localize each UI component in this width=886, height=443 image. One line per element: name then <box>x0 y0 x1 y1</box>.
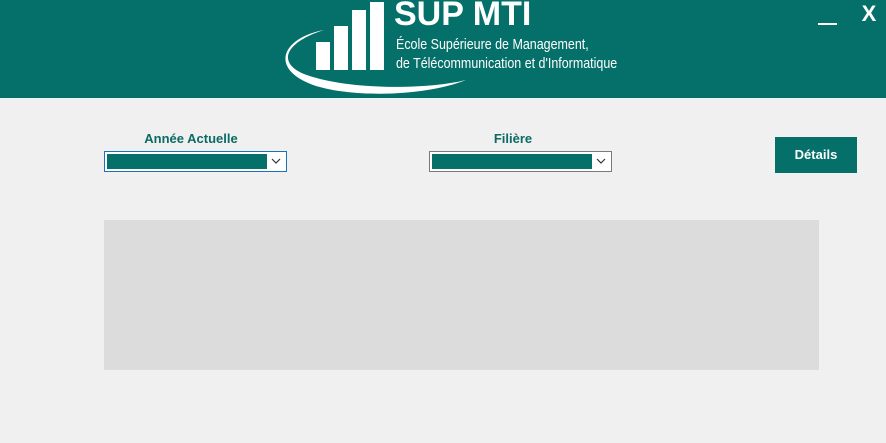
annee-selection-highlight <box>107 154 267 169</box>
details-button[interactable]: Détails <box>775 137 857 173</box>
logo-subtitle-line1: École Supérieure de Management, <box>396 37 589 53</box>
logo-subtitle-line2: de Télécommunication et d'Informatique <box>396 56 618 72</box>
minimize-icon <box>818 23 837 25</box>
minimize-button[interactable] <box>816 6 838 26</box>
filiere-selection-highlight <box>432 154 592 169</box>
main-window: SUP MTI École Supérieure de Management, … <box>0 0 886 443</box>
annee-actuelle-select[interactable] <box>104 151 287 172</box>
chevron-down-icon[interactable] <box>270 155 282 167</box>
annee-actuelle-label: Année Actuelle <box>144 131 238 146</box>
filiere-label: Filière <box>493 131 533 146</box>
chevron-down-icon[interactable] <box>595 155 607 167</box>
sup-mti-logo: SUP MTI École Supérieure de Management, … <box>276 0 626 98</box>
header-bar: SUP MTI École Supérieure de Management, … <box>0 0 886 98</box>
close-button[interactable]: X <box>858 1 880 27</box>
filiere-select[interactable] <box>429 151 612 172</box>
data-grid[interactable] <box>104 220 819 370</box>
logo-title: SUP MTI <box>394 0 532 33</box>
